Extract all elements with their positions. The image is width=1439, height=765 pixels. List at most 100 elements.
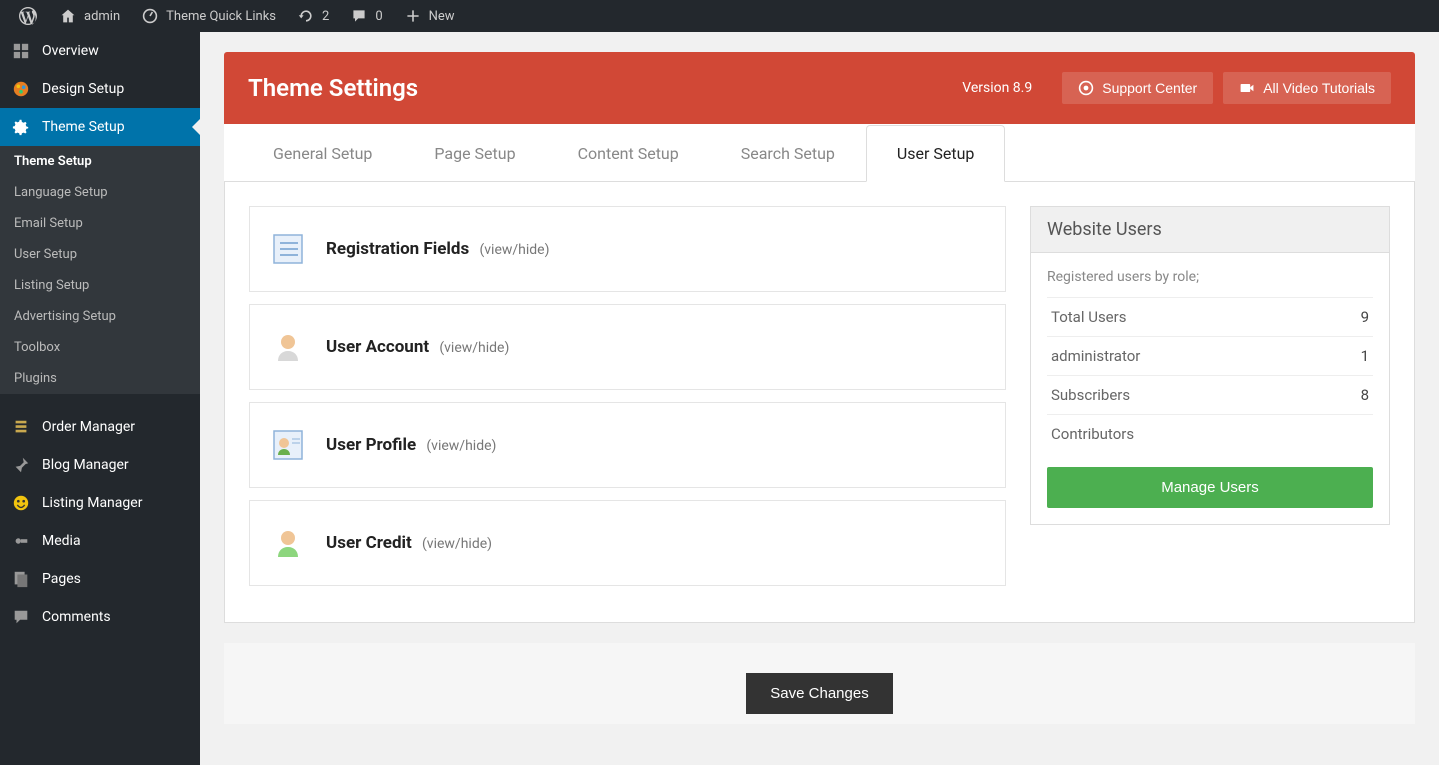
widget-note: Registered users by role; [1047,269,1373,285]
updates-link[interactable]: 2 [286,0,339,32]
sidebar-item-label: Comments [42,609,111,625]
sidebar-item-overview[interactable]: Overview [0,32,200,70]
accordion-hint: (view/hide) [426,438,496,454]
sidebar-item-label: Pages [42,571,81,587]
stats-row: Contributors [1047,414,1373,453]
sidebar-subitem-user-setup[interactable]: User Setup [0,239,200,270]
accordion-hint: (view/hide) [439,340,509,356]
stats-value: 8 [1361,386,1369,404]
sidebar-item-order-manager[interactable]: Order Manager [0,408,200,446]
new-link[interactable]: New [393,0,465,32]
save-row: Save Changes [224,643,1415,724]
stats-label: Subscribers [1051,386,1130,404]
accordion-header[interactable]: User Profile (view/hide) [250,403,1005,487]
accordion-registration-fields: Registration Fields (view/hide) [249,206,1006,292]
site-link[interactable]: admin [48,0,130,32]
credit-icon [270,525,306,561]
new-label: New [429,9,455,24]
sidebar-item-comments[interactable]: Comments [0,598,200,636]
sidebar-item-pages[interactable]: Pages [0,560,200,598]
sidebar-subitem-language-setup[interactable]: Language Setup [0,177,200,208]
pin-icon [12,456,32,474]
manage-users-button[interactable]: Manage Users [1047,467,1373,508]
widget-title: Website Users [1031,207,1389,253]
stats-row: Total Users9 [1047,297,1373,336]
sidebar-item-label: Theme Setup [42,119,125,135]
sidebar-item-design-setup[interactable]: Design Setup [0,70,200,108]
updates-count: 2 [322,9,329,24]
tab-content-setup[interactable]: Content Setup [547,125,710,182]
comments-count: 0 [375,9,382,24]
accordion-header[interactable]: User Account (view/hide) [250,305,1005,389]
stats-label: administrator [1051,347,1140,365]
sidebar-subitem-advertising-setup[interactable]: Advertising Setup [0,301,200,332]
accordion-hint: (view/hide) [479,242,549,258]
accordion-hint: (view/hide) [422,536,492,552]
stats-label: Contributors [1051,425,1134,443]
sidebar-item-label: Media [42,533,81,549]
video-label: All Video Tutorials [1263,80,1375,96]
accordion-header[interactable]: Registration Fields (view/hide) [250,207,1005,291]
site-name: admin [84,9,120,24]
wordpress-icon [18,6,38,26]
page-title: Theme Settings [248,74,962,102]
dashboard-icon [140,6,160,26]
accordion-column: Registration Fields (view/hide) User Acco… [249,206,1006,598]
tab-page-setup[interactable]: Page Setup [403,125,546,182]
wp-logo[interactable] [8,0,48,32]
admin-sidebar: Overview Design Setup Theme Setup Theme Se… [0,32,200,765]
theme-quick-links[interactable]: Theme Quick Links [130,0,286,32]
stats-value: 9 [1361,308,1369,326]
sidebar-item-blog-manager[interactable]: Blog Manager [0,446,200,484]
order-icon [12,418,32,436]
profile-icon [270,427,306,463]
user-icon [270,329,306,365]
tab-user-setup[interactable]: User Setup [866,125,1006,182]
sidebar-subitem-email-setup[interactable]: Email Setup [0,208,200,239]
design-icon [12,80,32,98]
sidebar-item-theme-setup[interactable]: Theme Setup [0,108,200,146]
main-content: Theme Settings Version 8.9 Support Cente… [200,32,1439,765]
stats-value: 1 [1361,347,1369,365]
sidebar-subitem-toolbox[interactable]: Toolbox [0,332,200,363]
home-icon [58,6,78,26]
stats-row: Subscribers 8 [1047,375,1373,414]
theme-header: Theme Settings Version 8.9 Support Cente… [224,52,1415,124]
accordion-title: User Profile (view/hide) [326,435,496,455]
theme-links-label: Theme Quick Links [166,9,276,24]
stats-row: administrator 1 [1047,336,1373,375]
accordion-header[interactable]: User Credit (view/hide) [250,501,1005,585]
save-changes-button[interactable]: Save Changes [746,673,892,714]
comment-icon [349,6,369,26]
accordion-user-profile: User Profile (view/hide) [249,402,1006,488]
accordion-user-account: User Account (view/hide) [249,304,1006,390]
pages-icon [12,570,32,588]
accordion-title: User Account (view/hide) [326,337,509,357]
video-icon [1239,80,1255,96]
comments-link[interactable]: 0 [339,0,392,32]
sidebar-item-media[interactable]: Media [0,522,200,560]
panel-container: Registration Fields (view/hide) User Acco… [224,182,1415,623]
settings-tabs: General SetupPage SetupContent SetupSear… [224,124,1415,182]
sidebar-item-listing-manager[interactable]: Listing Manager [0,484,200,522]
support-center-button[interactable]: Support Center [1062,72,1213,104]
update-icon [296,6,316,26]
sidebar-subitem-theme-setup[interactable]: Theme Setup [0,146,200,177]
sidebar-subitem-listing-setup[interactable]: Listing Setup [0,270,200,301]
gear-icon [12,118,32,136]
overview-icon [12,42,32,60]
form-icon [270,231,306,267]
accordion-title: User Credit (view/hide) [326,533,492,553]
accordion-title: Registration Fields (view/hide) [326,239,549,259]
wp-admin-bar: admin Theme Quick Links 2 0 New [0,0,1439,32]
tab-general-setup[interactable]: General Setup [242,125,403,182]
video-tutorials-button[interactable]: All Video Tutorials [1223,72,1391,104]
version-label: Version 8.9 [962,80,1032,96]
support-icon [1078,80,1094,96]
sidebar-item-label: Listing Manager [42,495,142,511]
accordion-user-credit: User Credit (view/hide) [249,500,1006,586]
sidebar-item-label: Design Setup [42,81,124,97]
sidebar-item-label: Blog Manager [42,457,129,473]
sidebar-subitem-plugins[interactable]: Plugins [0,363,200,394]
tab-search-setup[interactable]: Search Setup [710,125,866,182]
